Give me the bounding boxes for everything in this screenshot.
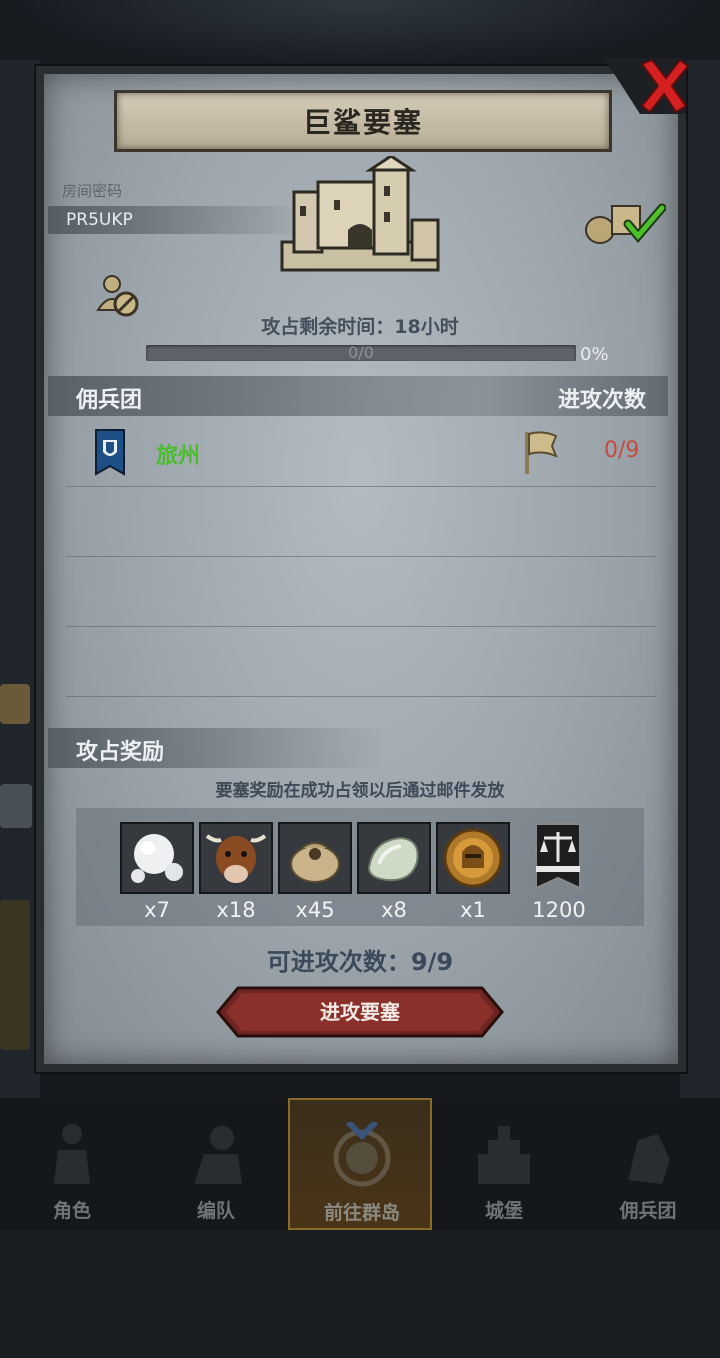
islands-icon [333, 1122, 391, 1187]
side-button-left [0, 684, 30, 724]
title-banner: 巨鲨要塞 [114, 90, 612, 152]
attack-fortress-button[interactable]: 进攻要塞 [216, 986, 504, 1038]
column-attacks: 进攻次数 [557, 388, 646, 413]
progress-text: 0/0 [348, 343, 374, 362]
row-divider [66, 486, 656, 487]
nav-item-formation[interactable]: 编队 [144, 1098, 288, 1230]
column-guild: 佣兵团 [76, 388, 143, 413]
reward-claimed-icon[interactable] [584, 198, 666, 246]
justice-banner-icon [535, 823, 581, 890]
close-icon [604, 58, 690, 114]
guild-table-header: 佣兵团 进攻次数 [48, 376, 668, 416]
castle-icon [478, 1126, 530, 1184]
available-attacks: 可进攻次数：9/9 [0, 942, 720, 977]
reward-quantity: x45 [295, 898, 335, 922]
close-button[interactable] [600, 56, 690, 118]
character-icon [54, 1124, 90, 1184]
nav-item-castle[interactable]: 城堡 [432, 1098, 576, 1230]
row-divider [66, 626, 656, 627]
reward-item[interactable] [436, 822, 510, 894]
rewards-note: 要塞奖励在成功占领以后通过邮件发放 [215, 781, 505, 801]
reward-quantity: x7 [144, 898, 170, 922]
attack-fortress-label: 进攻要塞 [320, 1000, 400, 1024]
reward-quantity: x8 [381, 898, 407, 922]
pearl-icon [131, 834, 183, 883]
castle-fortress-icon [280, 156, 440, 272]
nav-item-islands[interactable]: 前往群岛 [288, 1098, 432, 1230]
reward-quantity: x1 [460, 898, 486, 922]
timer-label: 攻占剩余时间： [261, 316, 395, 338]
nav-label: 编队 [196, 1200, 235, 1222]
nav-label: 前往群岛 [323, 1202, 400, 1224]
nav-item-mercenary[interactable]: 佣兵团 [576, 1098, 720, 1230]
room-password: PR5UKP [66, 210, 133, 230]
guild-name: 旅州 [156, 444, 201, 469]
bottom-backdrop [0, 1230, 720, 1358]
rewards-heading: 攻占奖励 [76, 740, 165, 765]
progress-percent: 0% [580, 344, 609, 365]
nav-item-character[interactable]: 角色 [0, 1098, 144, 1230]
coin-sack-icon [290, 842, 340, 883]
reward-quantity: x18 [216, 898, 256, 922]
reward-item[interactable] [357, 822, 431, 894]
row-divider [66, 696, 656, 697]
reward-item[interactable] [278, 822, 352, 894]
jade-stone-icon [367, 836, 419, 882]
knight-medal-icon [443, 828, 503, 888]
timer-value: 18 [394, 316, 421, 338]
mercenary-icon [628, 1134, 670, 1184]
room-password-label: 房间密码 [62, 182, 123, 200]
room-password-strip: PR5UKP [48, 206, 308, 234]
rewards-header: 攻占奖励 [48, 728, 388, 768]
attack-count: 0/9 [604, 438, 640, 463]
nav-label: 角色 [52, 1200, 91, 1222]
reward-item[interactable] [199, 822, 273, 894]
nav-label: 城堡 [484, 1200, 523, 1222]
formation-icon [194, 1126, 242, 1184]
row-divider [66, 556, 656, 557]
occupation-timer: 攻占剩余时间：18小时 [0, 312, 720, 339]
available-label: 可进攻次数： [266, 948, 411, 976]
bottom-nav: 角色 编队 前往群岛 城堡 佣兵团 [0, 1098, 720, 1230]
nav-label: 佣兵团 [619, 1200, 677, 1222]
timer-unit: 小时 [420, 316, 459, 338]
reward-quantity: 1200 [532, 898, 586, 922]
flag-icon [525, 431, 558, 474]
reward-item[interactable] [120, 822, 194, 894]
cow-icon [205, 834, 267, 883]
page-title: 巨鲨要塞 [302, 106, 423, 139]
available-value: 9/9 [410, 948, 454, 976]
occupation-progress-bar: 0/0 [146, 343, 576, 362]
shield-banner-icon [95, 429, 125, 476]
reward-item[interactable] [524, 822, 590, 894]
